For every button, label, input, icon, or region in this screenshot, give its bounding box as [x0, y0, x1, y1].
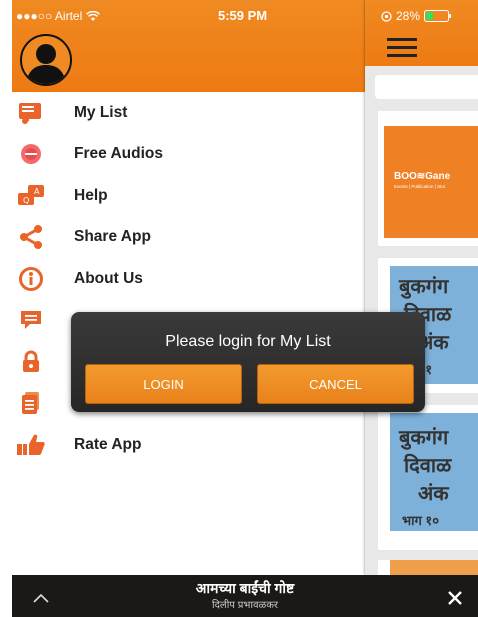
status-bar-left: ●●●○○ Airtel — [16, 9, 101, 23]
menu-label: Help — [74, 186, 108, 204]
menu-item-share-app[interactable]: Share App — [12, 217, 365, 259]
carrier-label: ●●●○○ Airtel — [16, 9, 83, 23]
menu-label: My List — [74, 103, 128, 121]
content-card[interactable] — [378, 560, 478, 575]
menu-item-my-list[interactable]: My List — [12, 92, 365, 134]
lock-icon — [16, 347, 46, 377]
cover-part-label: भाग १० — [402, 513, 439, 528]
wifi-icon — [86, 10, 101, 21]
content-card[interactable]: बुकगंग दिवाळ अंक भाग १० — [378, 405, 478, 550]
dialog-message: Please login for My List — [165, 333, 331, 350]
hamburger-menu-icon[interactable] — [387, 38, 417, 58]
free-audio-badge-icon — [16, 139, 46, 169]
document-icon — [16, 388, 46, 418]
cover-title-line: बुकगंग — [399, 276, 449, 298]
navigation-drawer: ●●●○○ Airtel 5:59 PM My List Free Audios… — [12, 0, 365, 575]
now-playing-author: दिलीप प्रभावळकर — [212, 600, 278, 611]
menu-label: Rate App — [74, 435, 142, 453]
cover-title-line: अंक — [418, 483, 449, 505]
help-chat-icon: Q A — [16, 181, 46, 211]
book-cover: बुकगंग दिवाळ अंक भाग १० — [390, 413, 478, 531]
menu-item-help[interactable]: Q A Help — [12, 175, 365, 217]
card-thumbnail — [390, 560, 478, 575]
main-header: 28% — [365, 0, 478, 66]
svg-text:Q: Q — [23, 196, 29, 205]
message-icon — [16, 305, 46, 335]
brand-tagline: Events | Publication | Stor — [394, 184, 446, 189]
now-playing-title: आमच्या बाईंची गोष्ट — [195, 580, 295, 596]
battery-percent: 28% — [396, 9, 421, 23]
cover-title-line: दिवाळ — [404, 455, 452, 477]
banner-image: BOO≋Gane Events | Publication | Stor — [384, 126, 478, 238]
music-list-icon — [16, 98, 46, 128]
location-icon — [381, 10, 392, 22]
menu-label: Share App — [74, 228, 151, 246]
user-avatar[interactable] — [20, 34, 72, 86]
menu-item-about-us[interactable]: About Us — [12, 258, 365, 300]
menu-item-free-audios[interactable]: Free Audios — [12, 134, 365, 176]
cover-title-line: बुकगंग — [399, 427, 449, 449]
main-content: 28% BOO≋Gane Events | Publication | Stor… — [365, 0, 478, 575]
brand-logo-text: BOO≋Gane — [394, 171, 451, 182]
menu-item-rate-app[interactable]: Rate App — [12, 424, 365, 466]
thumbs-up-icon — [16, 430, 46, 460]
status-bar-right: 28% — [381, 9, 452, 23]
battery-icon — [424, 10, 452, 22]
menu-label: About Us — [74, 269, 143, 287]
login-button[interactable]: LOGIN — [85, 364, 242, 404]
mini-player[interactable]: आमच्या बाईंची गोष्ट दिलीप प्रभावळकर — [12, 575, 478, 617]
menu-label: Free Audios — [74, 145, 163, 163]
svg-text:A: A — [34, 187, 40, 196]
share-icon — [16, 222, 46, 252]
cancel-button[interactable]: CANCEL — [257, 364, 414, 404]
search-input[interactable] — [375, 75, 478, 99]
content-card[interactable]: BOO≋Gane Events | Publication | Stor — [378, 111, 478, 246]
drawer-header: ●●●○○ Airtel 5:59 PM — [12, 0, 365, 92]
login-dialog: Please login for My List LOGIN CANCEL — [71, 312, 425, 412]
user-silhouette-icon — [26, 44, 66, 84]
status-time: 5:59 PM — [218, 8, 268, 23]
info-icon — [16, 264, 46, 294]
close-icon[interactable] — [446, 589, 464, 607]
